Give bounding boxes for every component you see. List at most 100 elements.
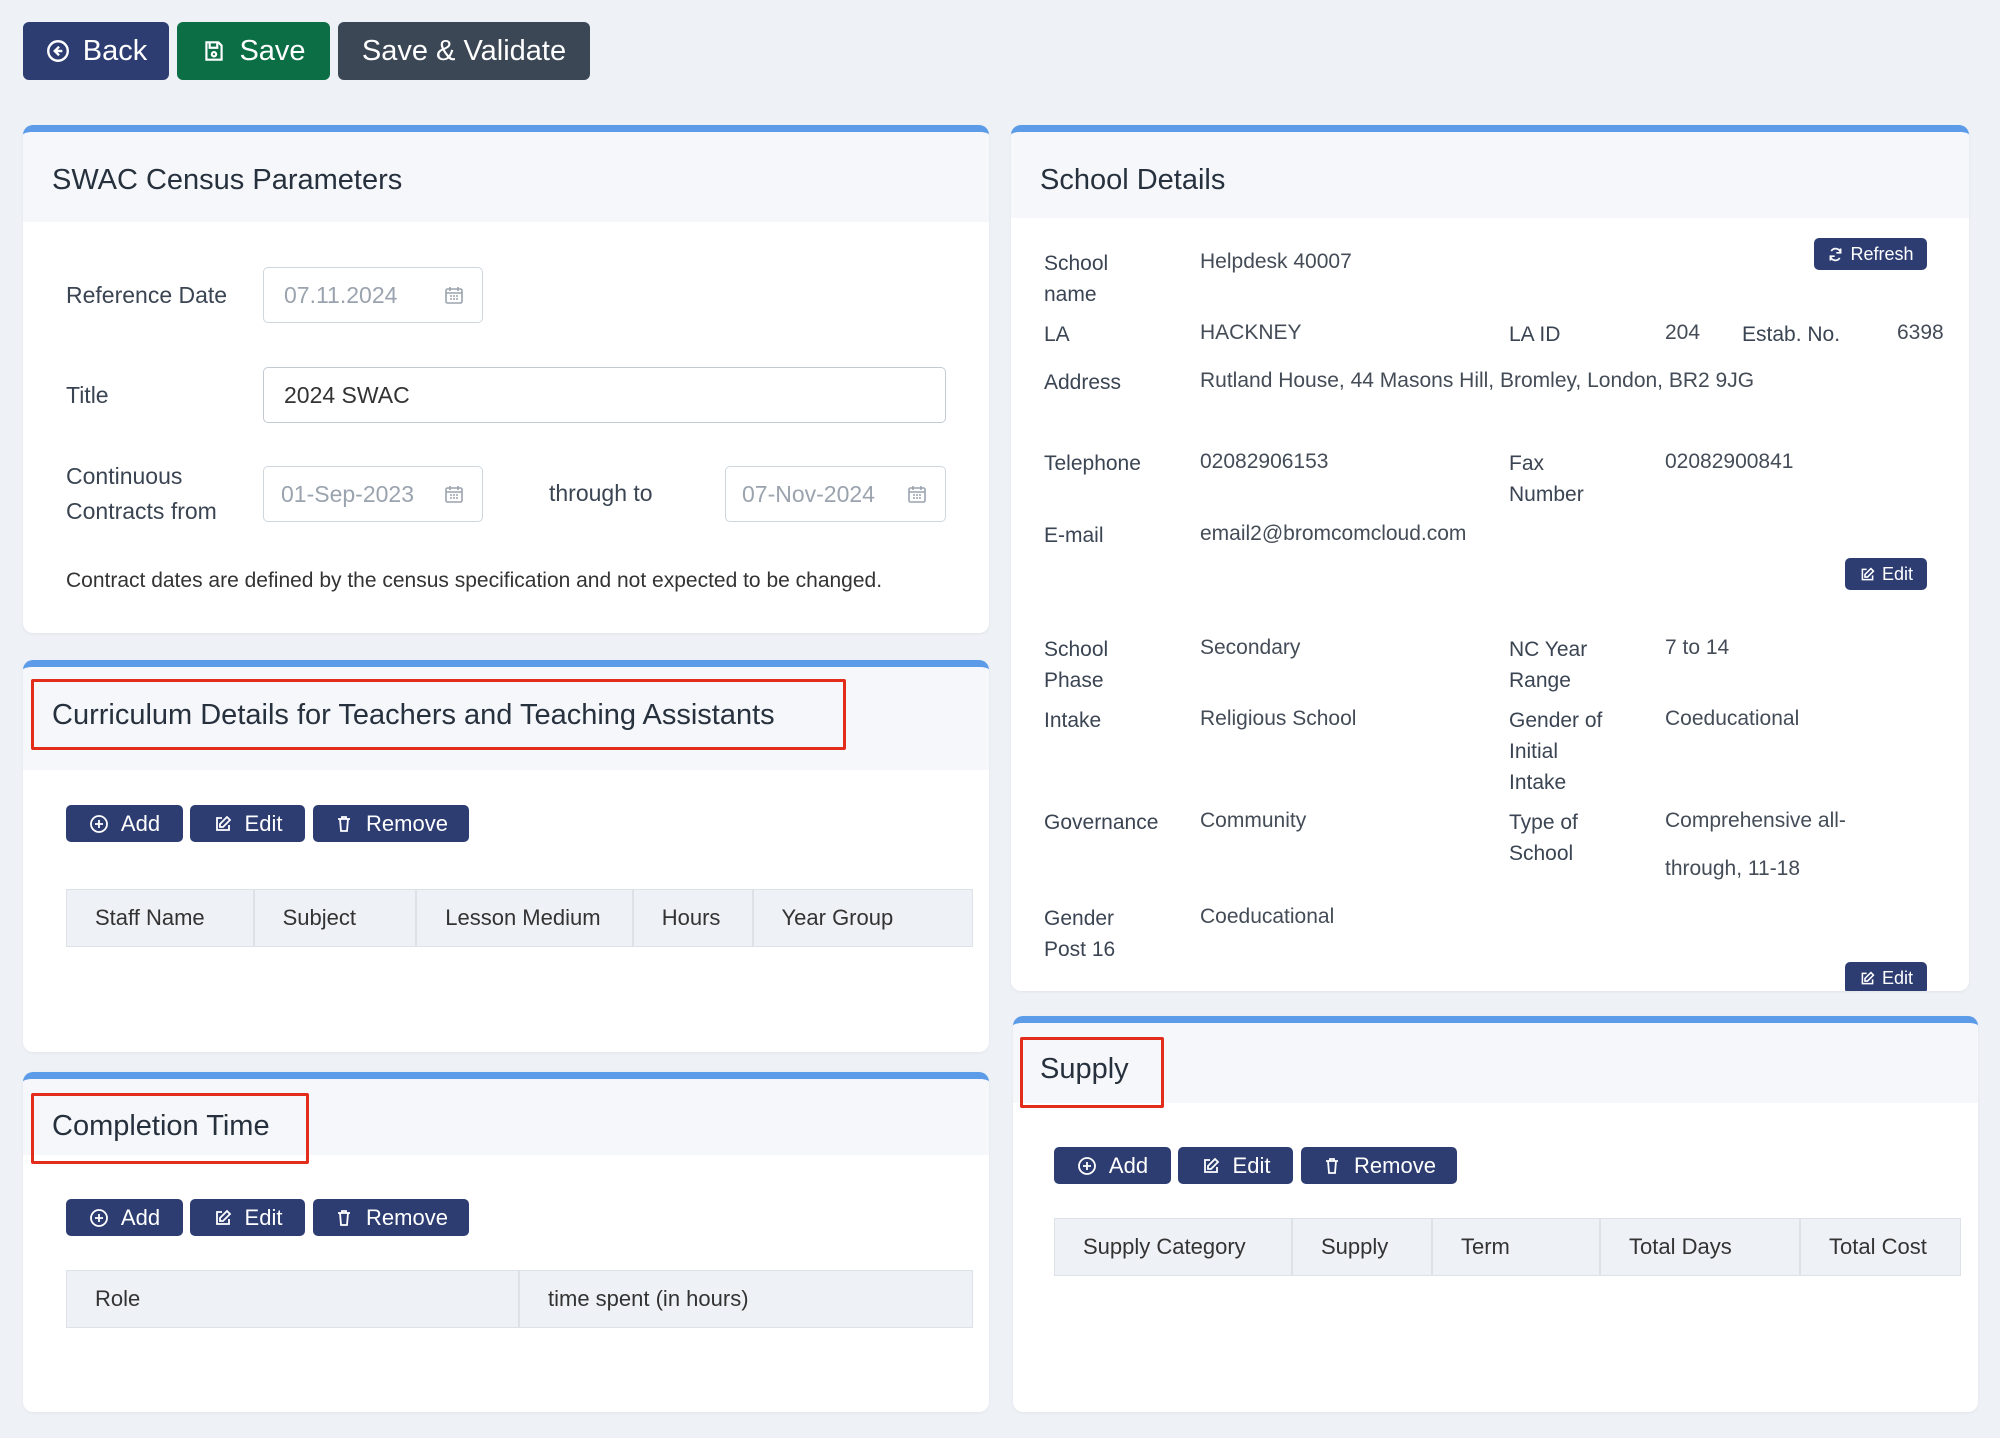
calendar-icon bbox=[908, 486, 926, 503]
calendar-icon bbox=[445, 287, 463, 304]
address-value: Rutland House, 44 Masons Hill, Bromley, … bbox=[1200, 369, 1755, 392]
telephone-value: 02082906153 bbox=[1200, 450, 1329, 473]
gender-initial-label-2: Initial bbox=[1509, 740, 1559, 763]
column-header[interactable]: Lesson Medium bbox=[417, 890, 634, 946]
contracts-from-date-input[interactable]: 01-Sep-2023 bbox=[263, 466, 483, 522]
back-circle-icon bbox=[46, 40, 69, 62]
column-header[interactable]: Subject bbox=[255, 890, 418, 946]
school-name-label-1: School bbox=[1044, 252, 1109, 275]
gender-post16-label-1: Gender bbox=[1044, 907, 1115, 930]
gender-post16-label-2: Post 16 bbox=[1044, 938, 1116, 961]
column-header[interactable]: time spent (in hours) bbox=[520, 1271, 972, 1327]
curriculum-panel: Curriculum Details for Teachers and Teac… bbox=[23, 660, 989, 1052]
fax-label-1: Fax bbox=[1509, 452, 1545, 475]
remove-label: Remove bbox=[366, 810, 448, 836]
supply-panel: Supply Add Edit Remove Supply Category S… bbox=[1013, 1016, 1978, 1412]
edit-label: Edit bbox=[1232, 1152, 1271, 1178]
census-parameters-panel: SWAC Census Parameters Reference Date 07… bbox=[23, 125, 989, 633]
reference-date-input[interactable]: 07.11.2024 bbox=[263, 267, 483, 323]
through-to-label: through to bbox=[549, 480, 653, 506]
nc-year-value: 7 to 14 bbox=[1665, 636, 1730, 659]
column-header[interactable]: Role bbox=[67, 1271, 520, 1327]
column-header[interactable]: Year Group bbox=[754, 890, 973, 946]
curriculum-add-button[interactable]: Add bbox=[66, 805, 183, 842]
column-header[interactable]: Hours bbox=[634, 890, 754, 946]
type-label-2: School bbox=[1509, 842, 1574, 865]
intake-value: Religious School bbox=[1200, 707, 1357, 730]
phase-label-1: School bbox=[1044, 638, 1109, 661]
contract-dates-note: Contract dates are defined by the census… bbox=[66, 569, 883, 592]
completion-add-button[interactable]: Add bbox=[66, 1199, 183, 1236]
characteristics-edit-button[interactable]: Edit bbox=[1845, 962, 1927, 991]
la-value: HACKNEY bbox=[1200, 321, 1302, 344]
add-label: Add bbox=[120, 810, 161, 836]
supply-remove-button[interactable]: Remove bbox=[1301, 1147, 1457, 1184]
refresh-icon bbox=[1830, 247, 1842, 261]
column-header[interactable]: Total Days bbox=[1601, 1219, 1801, 1275]
phase-value: Secondary bbox=[1200, 636, 1301, 659]
school-header: School Details bbox=[1011, 132, 1969, 218]
address-label: Address bbox=[1044, 371, 1122, 394]
curriculum-edit-button[interactable]: Edit bbox=[190, 805, 305, 842]
la-label: LA bbox=[1044, 323, 1070, 346]
edit-icon bbox=[215, 1209, 231, 1225]
curriculum-table-header: Staff Name Subject Lesson Medium Hours Y… bbox=[66, 889, 973, 947]
estab-label: Estab. No. bbox=[1742, 323, 1841, 346]
completion-edit-button[interactable]: Edit bbox=[190, 1199, 305, 1236]
email-label: E-mail bbox=[1044, 524, 1104, 547]
email-value: email2@bromcomcloud.com bbox=[1200, 522, 1467, 545]
contact-edit-button[interactable]: Edit bbox=[1845, 558, 1927, 590]
edit-label: Edit bbox=[1881, 967, 1914, 988]
reference-date-label: Reference Date bbox=[66, 282, 228, 308]
column-header[interactable]: Total Cost bbox=[1801, 1219, 1960, 1275]
plus-circle-icon bbox=[90, 1208, 108, 1227]
governance-label: Governance bbox=[1044, 811, 1159, 834]
phase-label-2: Phase bbox=[1044, 669, 1104, 692]
estab-value: 6398 bbox=[1897, 321, 1944, 344]
remove-label: Remove bbox=[1354, 1152, 1436, 1178]
contracts-from-date-value: 01-Sep-2023 bbox=[281, 480, 414, 507]
title-value: 2024 SWAC bbox=[284, 381, 410, 408]
highlight-box bbox=[31, 1093, 309, 1164]
save-button[interactable]: Save bbox=[177, 22, 330, 80]
column-header[interactable]: Term bbox=[1433, 1219, 1601, 1275]
gender-post16-value: Coeducational bbox=[1200, 905, 1335, 928]
gender-initial-label-1: Gender of bbox=[1509, 709, 1603, 732]
plus-circle-icon bbox=[90, 814, 108, 833]
edit-label: Edit bbox=[244, 1204, 283, 1230]
census-header: SWAC Census Parameters bbox=[23, 132, 989, 222]
calendar-icon bbox=[445, 486, 463, 503]
supply-table-header: Supply Category Supply Term Total Days T… bbox=[1054, 1218, 1961, 1276]
edit-icon bbox=[1861, 970, 1875, 984]
completion-remove-button[interactable]: Remove bbox=[313, 1199, 469, 1236]
save-validate-label: Save & Validate bbox=[361, 34, 567, 67]
add-label: Add bbox=[1108, 1152, 1149, 1178]
reference-date-value: 07.11.2024 bbox=[284, 281, 398, 308]
column-header[interactable]: Staff Name bbox=[67, 890, 255, 946]
supply-add-button[interactable]: Add bbox=[1054, 1147, 1171, 1184]
type-value-2: through, 11-18 bbox=[1665, 857, 1801, 880]
column-header[interactable]: Supply bbox=[1293, 1219, 1433, 1275]
refresh-label: Refresh bbox=[1850, 243, 1914, 264]
remove-label: Remove bbox=[366, 1204, 448, 1230]
edit-icon bbox=[1861, 566, 1875, 580]
back-label: Back bbox=[82, 34, 148, 67]
highlight-box bbox=[1020, 1037, 1164, 1108]
add-label: Add bbox=[120, 1204, 161, 1230]
refresh-button[interactable]: Refresh bbox=[1814, 238, 1927, 270]
contracts-label-line1: Continuous bbox=[66, 463, 183, 489]
column-header[interactable]: Supply Category bbox=[1055, 1219, 1293, 1275]
curriculum-remove-button[interactable]: Remove bbox=[313, 805, 469, 842]
supply-edit-button[interactable]: Edit bbox=[1178, 1147, 1293, 1184]
plus-circle-icon bbox=[1078, 1156, 1096, 1175]
nc-year-label-1: NC Year bbox=[1509, 638, 1588, 661]
contracts-to-date-input[interactable]: 07-Nov-2024 bbox=[725, 466, 946, 522]
save-validate-button[interactable]: Save & Validate bbox=[338, 22, 590, 80]
telephone-label: Telephone bbox=[1044, 452, 1141, 475]
title-input[interactable]: 2024 SWAC bbox=[263, 367, 946, 423]
contracts-label-line2: Contracts from bbox=[66, 498, 217, 524]
edit-label: Edit bbox=[1881, 563, 1914, 584]
back-button[interactable]: Back bbox=[23, 22, 169, 80]
gender-initial-value: Coeducational bbox=[1665, 707, 1800, 730]
la-id-label: LA ID bbox=[1509, 323, 1561, 346]
